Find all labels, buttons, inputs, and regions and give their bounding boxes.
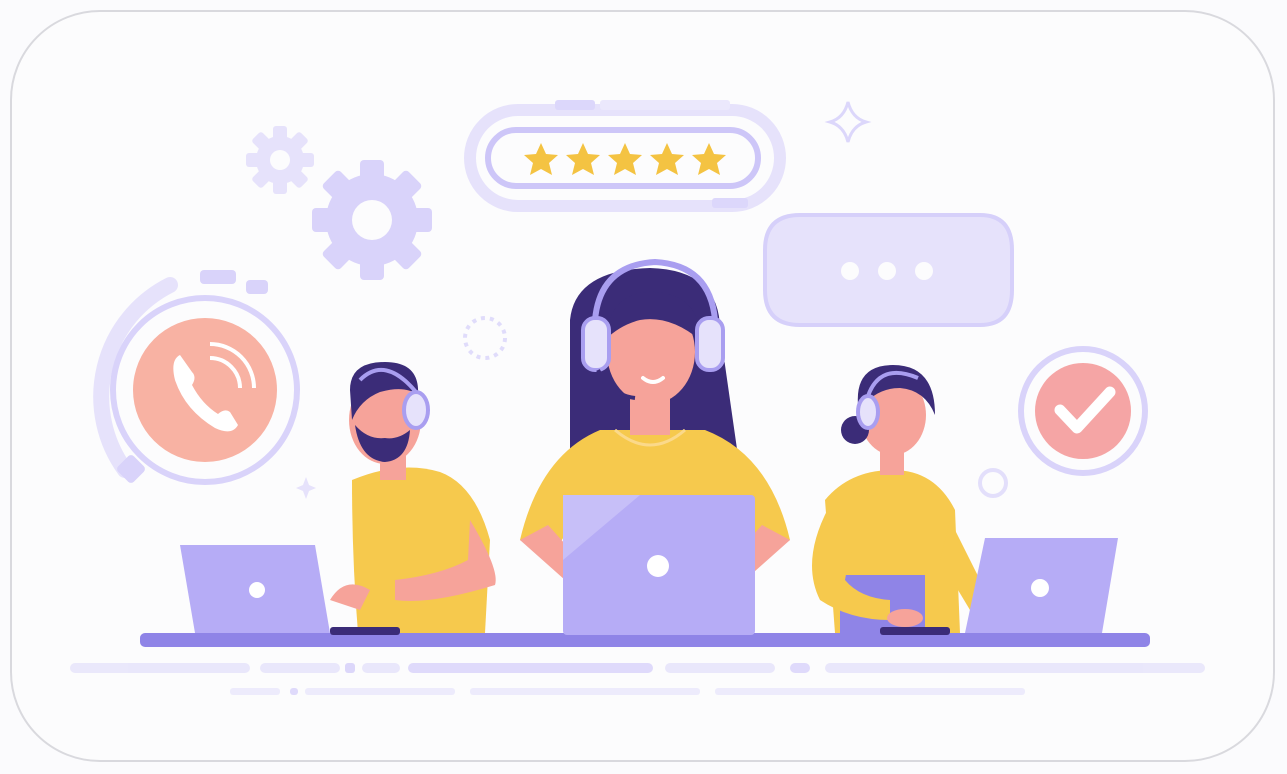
small-gear-icon	[246, 126, 314, 194]
right-agent	[812, 365, 990, 635]
center-laptop-icon	[563, 495, 755, 635]
small-sparkle-icon	[296, 477, 316, 499]
checkmark-badge	[1018, 346, 1148, 476]
headset-icon	[581, 316, 611, 372]
left-laptop-icon	[180, 545, 330, 633]
sparkle-icon	[824, 101, 872, 143]
floor-lines	[70, 663, 1205, 695]
headset-icon	[402, 390, 430, 430]
speech-bubble-icon	[763, 213, 1014, 327]
small-ring	[978, 468, 1008, 498]
headset-icon	[856, 394, 880, 430]
support-illustration	[70, 100, 1205, 695]
dotted-circle	[463, 316, 507, 360]
rating-badge	[464, 100, 786, 212]
phone-call-badge	[93, 270, 300, 485]
right-laptop-icon	[965, 538, 1118, 633]
desk	[140, 633, 1150, 647]
left-agent	[330, 362, 496, 635]
